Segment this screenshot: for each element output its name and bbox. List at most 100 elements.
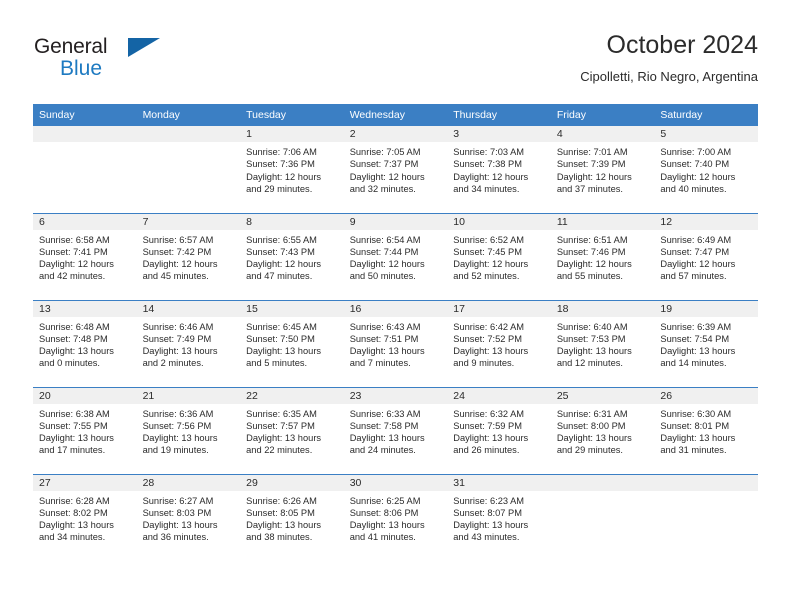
calendar-day-cell[interactable]: 27 Sunrise: 6:28 AM Sunset: 8:02 PM Dayligh… — [33, 473, 137, 561]
calendar-day-cell[interactable]: 2 Sunrise: 7:05 AM Sunset: 7:37 PM Daylight… — [343, 126, 448, 213]
day-details: Sunrise: 7:00 AM Sunset: 7:40 PM Daylight:… — [654, 142, 758, 195]
title-block: October 2024 Cipolletti, Rio Negro, Arge… — [580, 30, 758, 86]
daylight-duration-line2: and 55 minutes. — [556, 271, 623, 282]
sunset-time: Sunset: 8:00 PM — [556, 420, 626, 431]
daylight-duration-line1: Daylight: 13 hours — [453, 433, 529, 444]
day-details: Sunrise: 6:32 AM Sunset: 7:59 PM Daylight:… — [447, 404, 551, 457]
calendar-day-cell[interactable]: 12 Sunrise: 6:49 AM Sunset: 7:47 PM Dayligh… — [654, 212, 758, 300]
day-number: 15 — [240, 300, 344, 317]
daylight-duration-line2: and 26 minutes. — [453, 445, 520, 456]
sunset-time: Sunset: 7:39 PM — [556, 159, 626, 170]
calendar-day-cell[interactable]: 21 Sunrise: 6:36 AM Sunset: 7:56 PM Dayligh… — [136, 386, 241, 474]
calendar-day-cell[interactable]: 18 Sunrise: 6:40 AM Sunset: 7:53 PM Dayligh… — [550, 299, 655, 387]
day-details: Sunrise: 7:06 AM Sunset: 7:36 PM Daylight:… — [240, 142, 344, 195]
calendar-day-cell[interactable]: 1 Sunrise: 7:06 AM Sunset: 7:36 PM Daylight… — [240, 126, 344, 213]
brand-name-blue: Blue — [60, 57, 103, 80]
weekday-header-sunday: Sunday — [33, 104, 137, 126]
calendar-day-cell[interactable]: 10 Sunrise: 6:52 AM Sunset: 7:45 PM Dayligh… — [447, 212, 551, 300]
daylight-duration-line1: Daylight: 12 hours — [453, 259, 529, 270]
daylight-duration-line1: Daylight: 12 hours — [453, 171, 529, 182]
daylight-duration-line2: and 5 minutes. — [246, 358, 308, 369]
day-number: 1 — [240, 126, 344, 142]
daylight-duration-line2: and 9 minutes. — [453, 358, 515, 369]
calendar-day-cell[interactable]: 11 Sunrise: 6:51 AM Sunset: 7:46 PM Dayligh… — [550, 212, 655, 300]
calendar-day-cell[interactable]: 19 Sunrise: 6:39 AM Sunset: 7:54 PM Dayligh… — [654, 299, 758, 387]
calendar-day-cell[interactable]: 20 Sunrise: 6:38 AM Sunset: 7:55 PM Dayligh… — [33, 386, 137, 474]
day-details: Sunrise: 6:28 AM Sunset: 8:02 PM Daylight:… — [33, 491, 137, 544]
day-number: 19 — [654, 300, 758, 317]
calendar-day-cell[interactable]: 15 Sunrise: 6:45 AM Sunset: 7:50 PM Dayligh… — [240, 299, 344, 387]
sunset-time: Sunset: 7:40 PM — [660, 159, 730, 170]
sunset-time: Sunset: 8:02 PM — [39, 507, 108, 518]
calendar-day-cell[interactable]: 9 Sunrise: 6:54 AM Sunset: 7:44 PM Daylight… — [343, 212, 448, 300]
day-details: Sunrise: 6:33 AM Sunset: 7:58 PM Daylight:… — [344, 404, 448, 457]
daylight-duration-line2: and 42 minutes. — [39, 271, 106, 282]
calendar-day-cell[interactable]: 5 Sunrise: 7:00 AM Sunset: 7:40 PM Daylight… — [654, 126, 758, 213]
sunrise-time: Sunrise: 6:57 AM — [142, 234, 214, 245]
calendar-day-cell[interactable]: 8 Sunrise: 6:55 AM Sunset: 7:43 PM Daylight… — [240, 212, 344, 300]
day-details: Sunrise: 7:05 AM Sunset: 7:37 PM Daylight:… — [344, 142, 448, 195]
calendar-head: Sunday Monday Tuesday Wednesday Thursday… — [33, 104, 758, 126]
weekday-header-thursday: Thursday — [447, 104, 551, 126]
calendar-day-cell[interactable]: 24 Sunrise: 6:32 AM Sunset: 7:59 PM Dayligh… — [447, 386, 551, 474]
calendar-day-cell[interactable]: 4 Sunrise: 7:01 AM Sunset: 7:39 PM Daylight… — [550, 126, 655, 213]
calendar-page: General Blue October 2024 Cipolletti, Ri… — [0, 0, 792, 612]
daylight-duration-line1: Daylight: 12 hours — [349, 171, 425, 182]
calendar-day-cell[interactable]: 31 Sunrise: 6:23 AM Sunset: 8:07 PM Dayligh… — [447, 473, 551, 561]
sunrise-time: Sunrise: 7:03 AM — [453, 147, 525, 157]
daylight-duration-line1: Daylight: 12 hours — [660, 171, 736, 182]
calendar-day-cell[interactable]: 14 Sunrise: 6:46 AM Sunset: 7:49 PM Dayligh… — [136, 299, 241, 387]
calendar-day-cell[interactable]: 13 Sunrise: 6:48 AM Sunset: 7:48 PM Dayligh… — [33, 299, 137, 387]
calendar-week-row: 27 Sunrise: 6:28 AM Sunset: 8:02 PM Dayligh… — [33, 473, 758, 561]
sunrise-time: Sunrise: 6:31 AM — [556, 408, 628, 419]
daylight-duration-line2: and 19 minutes. — [142, 445, 209, 456]
day-number: 27 — [33, 474, 137, 491]
calendar-day-cell[interactable]: 16 Sunrise: 6:43 AM Sunset: 7:51 PM Dayligh… — [343, 299, 448, 387]
calendar-day-cell[interactable]: 25 Sunrise: 6:31 AM Sunset: 8:00 PM Dayligh… — [550, 386, 655, 474]
calendar-day-cell[interactable]: 29 Sunrise: 6:26 AM Sunset: 8:05 PM Dayligh… — [240, 473, 344, 561]
sunset-time: Sunset: 7:58 PM — [349, 420, 419, 431]
calendar-day-cell[interactable]: 26 Sunrise: 6:30 AM Sunset: 8:01 PM Dayligh… — [654, 386, 758, 474]
daylight-duration-line2: and 41 minutes. — [349, 532, 416, 543]
daylight-duration-line1: Daylight: 13 hours — [142, 520, 218, 531]
day-number: 3 — [447, 126, 551, 142]
sunrise-time: Sunrise: 6:28 AM — [39, 495, 110, 506]
daylight-duration-line1: Daylight: 12 hours — [142, 259, 218, 270]
calendar-day-cell[interactable]: 22 Sunrise: 6:35 AM Sunset: 7:57 PM Dayligh… — [240, 386, 344, 474]
daylight-duration-line1: Daylight: 13 hours — [453, 520, 529, 531]
weekday-header-row: Sunday Monday Tuesday Wednesday Thursday… — [33, 104, 758, 126]
calendar-day-cell[interactable]: 23 Sunrise: 6:33 AM Sunset: 7:58 PM Dayligh… — [343, 386, 448, 474]
calendar-day-cell[interactable]: 30 Sunrise: 6:25 AM Sunset: 8:06 PM Dayligh… — [343, 473, 448, 561]
daylight-duration-line1: Daylight: 13 hours — [349, 520, 425, 531]
day-details: Sunrise: 7:03 AM Sunset: 7:38 PM Daylight:… — [447, 142, 551, 195]
sunrise-time: Sunrise: 6:42 AM — [453, 321, 525, 332]
calendar-day-cell[interactable]: 17 Sunrise: 6:42 AM Sunset: 7:52 PM Dayligh… — [447, 299, 551, 387]
calendar-day-cell[interactable]: 3 Sunrise: 7:03 AM Sunset: 7:38 PM Daylight… — [447, 126, 551, 213]
daylight-duration-line1: Daylight: 12 hours — [39, 259, 114, 270]
daylight-duration-line1: Daylight: 13 hours — [453, 346, 529, 357]
daylight-duration-line2: and 7 minutes. — [349, 358, 411, 369]
day-details: Sunrise: 6:51 AM Sunset: 7:46 PM Daylight:… — [551, 230, 655, 283]
calendar-day-cell[interactable]: 28 Sunrise: 6:27 AM Sunset: 8:03 PM Dayligh… — [136, 473, 241, 561]
day-number — [33, 126, 137, 142]
daylight-duration-line1: Daylight: 13 hours — [556, 433, 632, 444]
day-number: 13 — [33, 300, 137, 317]
day-number: 21 — [136, 387, 241, 404]
daylight-duration-line1: Daylight: 12 hours — [660, 259, 736, 270]
day-details: Sunrise: 6:57 AM Sunset: 7:42 PM Daylight:… — [137, 230, 241, 283]
sunset-time: Sunset: 7:54 PM — [660, 333, 730, 344]
brand-logo[interactable]: General Blue — [34, 36, 174, 84]
daylight-duration-line1: Daylight: 13 hours — [39, 346, 114, 357]
calendar-day-cell[interactable]: 7 Sunrise: 6:57 AM Sunset: 7:42 PM Daylight… — [136, 212, 241, 300]
calendar-week-row: 20 Sunrise: 6:38 AM Sunset: 7:55 PM Dayligh… — [33, 386, 758, 474]
daylight-duration-line2: and 50 minutes. — [349, 271, 416, 282]
daylight-duration-line2: and 38 minutes. — [246, 532, 313, 543]
day-number: 30 — [343, 474, 448, 491]
sunrise-time: Sunrise: 6:54 AM — [349, 234, 421, 245]
day-details: Sunrise: 6:36 AM Sunset: 7:56 PM Daylight:… — [137, 404, 241, 457]
calendar-day-cell[interactable]: 6 Sunrise: 6:58 AM Sunset: 7:41 PM Daylight… — [33, 212, 137, 300]
sunset-time: Sunset: 8:07 PM — [453, 507, 522, 518]
day-number: 18 — [550, 300, 655, 317]
day-number: 4 — [550, 126, 655, 142]
sunrise-time: Sunrise: 6:55 AM — [246, 234, 317, 245]
